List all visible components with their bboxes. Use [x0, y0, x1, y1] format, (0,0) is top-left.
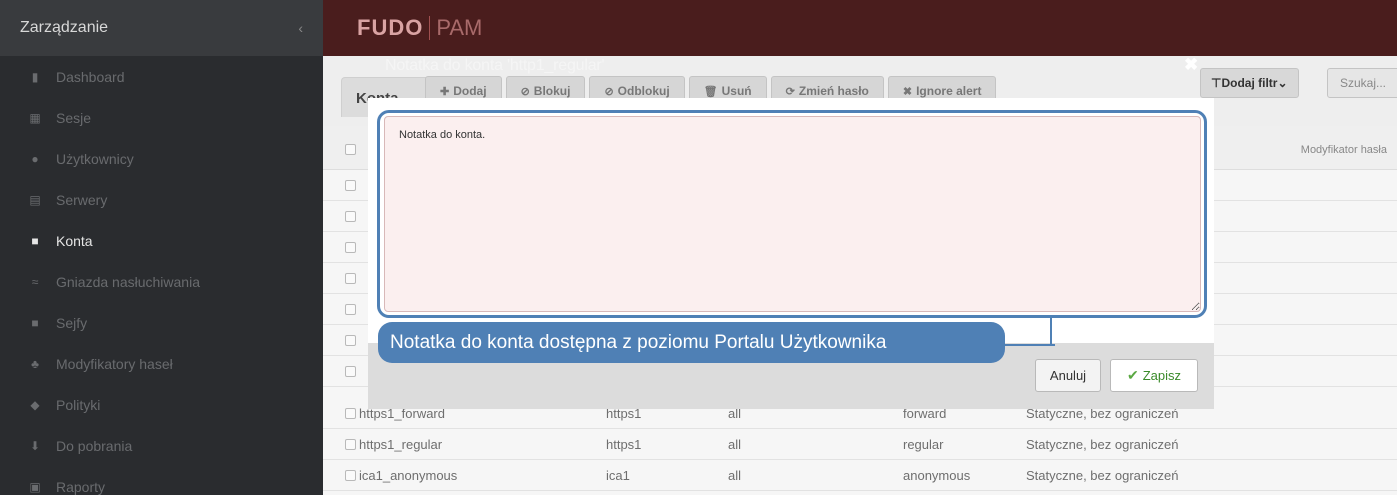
sidebar-item[interactable]: ▦ Sesje — [0, 97, 323, 138]
sidebar-item-label: Modyfikatory haseł — [56, 355, 173, 372]
add-filter-label: Dodaj filtr — [1221, 76, 1278, 90]
sidebar-item[interactable]: ≈ Gniazda nasłuchiwania — [0, 261, 323, 302]
sidebar-item[interactable]: ▣ Raporty — [0, 466, 323, 495]
sidebar-item[interactable]: ■ Konta — [0, 220, 323, 261]
cell-type: regular — [903, 436, 944, 452]
row-checkbox[interactable] — [345, 438, 356, 450]
cell-server: ica1 — [606, 467, 630, 483]
sidebar-item[interactable]: ◆ Polityki — [0, 384, 323, 425]
row-checkbox[interactable] — [345, 179, 356, 191]
add-filter-button[interactable]: ⊤ Dodaj filtr ⌄ — [1200, 68, 1299, 98]
row-checkbox[interactable] — [345, 303, 356, 315]
toolbar-icon: ✚ — [440, 85, 450, 98]
checkmark-icon: ✔ — [1126, 367, 1139, 383]
column-header-password-modifier: Modyfikator hasła — [1300, 144, 1387, 156]
toolbar-button-label: Usuń — [721, 84, 752, 98]
row-checkbox[interactable] — [345, 241, 356, 253]
cancel-button[interactable]: Anuluj — [1035, 359, 1101, 392]
book-icon: ■ — [31, 233, 39, 248]
toolbar-icon: 🗑 — [703, 85, 718, 98]
brand-divider — [429, 16, 431, 40]
cell-modifier: Statyczne, bez ograniczeń — [1026, 467, 1179, 483]
download-icon: ⬇ — [29, 438, 41, 453]
save-label: Zapisz — [1142, 368, 1182, 383]
brand-logo[interactable]: FUDO — [357, 15, 423, 41]
sidebar-item-label: Serwery — [56, 191, 108, 208]
row-checkbox[interactable] — [345, 469, 356, 481]
callout-connector — [1050, 316, 1052, 345]
shield-icon: ◆ — [30, 397, 40, 412]
callout-label: Notatka do konta dostępna z poziomu Port… — [378, 322, 1005, 363]
cell-name: https1_regular — [359, 436, 443, 452]
select-all-checkbox[interactable] — [345, 144, 356, 155]
cell-server: https1 — [606, 436, 642, 452]
sidebar-item-label: Polityki — [56, 396, 101, 413]
sidebar-menu: ▮ Dashboard ▦ Sesje ● Użytkownicy ▤ Serwery ■ Kon… — [0, 56, 323, 495]
toolbar-button-label: Zmień hasło — [798, 84, 869, 98]
users-icon: ● — [31, 151, 39, 166]
sidebar-item[interactable]: ⬇ Do pobrania — [0, 425, 323, 466]
sidebar-item-label: Gniazda nasłuchiwania — [56, 273, 200, 290]
cell-scope: all — [728, 436, 742, 452]
sidebar-item-label: Raporty — [56, 478, 106, 495]
rss-icon: ≈ — [31, 274, 39, 289]
callout-connector — [1003, 344, 1055, 346]
toolbar-icon: ⊘ — [604, 85, 614, 98]
sidebar-title: Zarządzanie — [20, 19, 109, 36]
toolbar-icon: ⊘ — [520, 85, 530, 98]
brand-product: PAM — [436, 15, 483, 40]
report-icon: ▣ — [29, 479, 41, 494]
close-icon[interactable]: ✖ — [1184, 55, 1198, 75]
sidebar-item[interactable]: ▮ Dashboard — [0, 56, 323, 97]
toolbar-button-label: Dodaj — [453, 84, 487, 98]
sidebar-item-label: Sesje — [56, 109, 92, 126]
collapse-sidebar-icon[interactable]: ‹ — [298, 20, 303, 36]
sidebar-header: Zarządzanie ‹ — [0, 0, 323, 56]
filter-icon: ⊤ — [1211, 76, 1222, 90]
sidebar-item-label: Użytkownicy — [56, 150, 134, 167]
row-checkbox[interactable] — [345, 272, 356, 284]
safe-icon: ■ — [31, 315, 39, 330]
cell-type: anonymous — [903, 467, 971, 483]
bar-chart-icon: ▮ — [31, 69, 39, 84]
film-icon: ▦ — [29, 110, 41, 125]
chevron-down-icon: ⌄ — [1277, 76, 1288, 90]
sidebar-item[interactable]: ■ Sejfy — [0, 302, 323, 343]
sidebar-item[interactable]: ▤ Serwery — [0, 179, 323, 220]
row-checkbox[interactable] — [345, 210, 356, 222]
table-row[interactable]: https1_regular https1 all regular Statyczne,… — [323, 429, 1397, 460]
sidebar-item-label: Dashboard — [56, 68, 125, 85]
cell-scope: all — [728, 467, 742, 483]
save-button[interactable]: ✔ Zapisz — [1110, 359, 1198, 392]
sidebar: Zarządzanie ‹ ▮ Dashboard ▦ Sesje ● Użytkowni… — [0, 0, 323, 495]
toolbar-icon: ⟳ — [785, 85, 795, 98]
row-checkbox[interactable] — [345, 334, 356, 346]
toolbar-icon: ✖ — [902, 85, 913, 98]
row-checkbox[interactable] — [345, 407, 356, 419]
row-checkbox[interactable] — [345, 365, 356, 377]
topbar: FUDO PAM — [323, 0, 1397, 56]
sidebar-item-label: Do pobrania — [56, 437, 133, 454]
cell-modifier: Statyczne, bez ograniczeń — [1026, 436, 1179, 452]
search-input[interactable]: Szukaj... — [1327, 68, 1397, 98]
sidebar-item[interactable]: ● Użytkownicy — [0, 138, 323, 179]
cell-name: ica1_anonymous — [359, 467, 458, 483]
sitemap-icon: ♣ — [31, 356, 39, 371]
server-icon: ▤ — [29, 192, 41, 207]
sidebar-item-label: Sejfy — [56, 314, 88, 331]
toolbar-button-label: Blokuj — [533, 84, 571, 98]
toolbar-button-label: Odblokuj — [617, 84, 670, 98]
table-row[interactable]: ica1_anonymous ica1 all anonymous Statyczne,… — [323, 460, 1397, 491]
sidebar-item[interactable]: ♣ Modyfikatory haseł — [0, 343, 323, 384]
note-textarea[interactable]: Notatka do konta. — [384, 116, 1201, 312]
toolbar-button-label: Ignore alert — [916, 84, 982, 98]
modal-title: Notatka do konta 'http1_regular' — [385, 57, 605, 74]
sidebar-item-label: Konta — [56, 232, 93, 249]
